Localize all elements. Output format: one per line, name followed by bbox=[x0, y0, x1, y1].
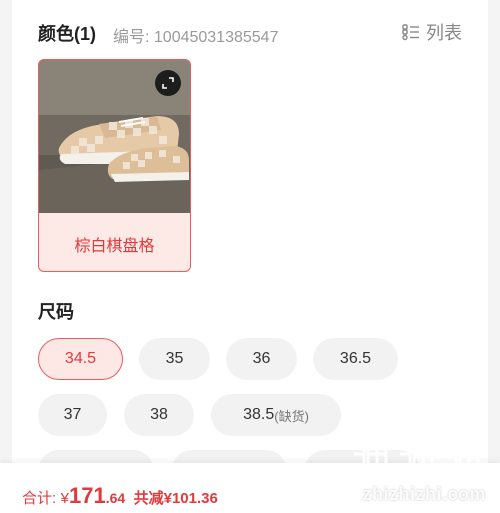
total-price: 合计: ¥171.64 共减¥101.36 bbox=[22, 483, 218, 509]
color-section-title: 颜色(1) bbox=[38, 24, 96, 44]
size-chip-label: 38 bbox=[150, 406, 168, 423]
size-chip-36-5[interactable]: 36.5 bbox=[313, 338, 398, 380]
size-chip-38[interactable]: 38 bbox=[124, 394, 194, 436]
price-integer: 171 bbox=[68, 483, 106, 508]
size-chip-35[interactable]: 35 bbox=[139, 338, 210, 380]
size-section-title: 尺码 bbox=[38, 302, 74, 322]
color-option-label: 棕白棋盘格 bbox=[74, 238, 155, 255]
discount-text: 共减¥101.36 bbox=[133, 490, 218, 507]
watermark-glyph bbox=[446, 432, 480, 476]
product-code: 编号: 10045031385547 bbox=[113, 29, 279, 46]
size-chip-38-5[interactable]: 38.5 (缺货) bbox=[211, 394, 341, 436]
color-header: 颜色(1) 编号: 10045031385547 列表 bbox=[38, 18, 462, 46]
color-option-card[interactable]: 棕白棋盘格 bbox=[38, 59, 191, 272]
site-watermark: zhizhizhi.com bbox=[350, 430, 490, 510]
size-chip-37[interactable]: 37 bbox=[38, 394, 107, 436]
size-chip-label: 34.5 bbox=[64, 350, 97, 367]
size-chip-34-5[interactable]: 34.5 bbox=[38, 338, 123, 380]
left-gutter bbox=[0, 0, 12, 513]
watermark-glyph bbox=[400, 432, 434, 476]
watermark-glyph bbox=[354, 432, 388, 476]
watermark-text: zhizhizhi.com bbox=[362, 484, 486, 504]
list-view-toggle[interactable]: 列表 bbox=[402, 19, 462, 45]
list-icon bbox=[402, 24, 419, 41]
expand-icon bbox=[162, 77, 174, 89]
expand-image-button[interactable] bbox=[155, 70, 181, 96]
price-decimal: .64 bbox=[105, 490, 126, 506]
size-chip-label: 38.5 bbox=[243, 406, 275, 423]
size-chip-label: 35 bbox=[165, 350, 184, 367]
size-chip-label: 36.5 bbox=[339, 350, 372, 367]
currency-symbol: ¥ bbox=[60, 490, 69, 507]
size-chip-label: 36 bbox=[252, 350, 271, 367]
size-chip-36[interactable]: 36 bbox=[226, 338, 297, 380]
size-chip-label: 37 bbox=[63, 406, 82, 423]
out-of-stock-note: (缺货) bbox=[274, 408, 309, 424]
list-view-label: 列表 bbox=[426, 23, 462, 43]
total-label: 合计: bbox=[22, 490, 57, 507]
